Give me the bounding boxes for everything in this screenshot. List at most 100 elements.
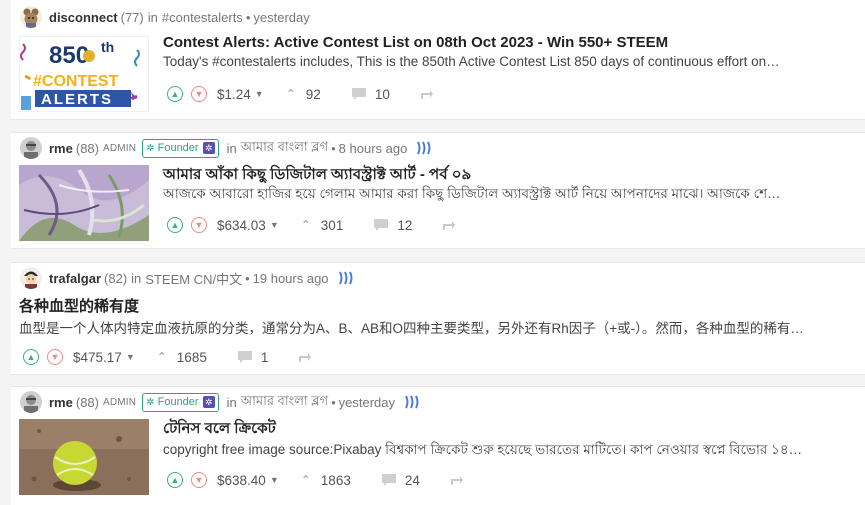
chevron-down-icon[interactable]: ▼: [255, 89, 264, 99]
post-card: disconnect (77) in #contestalerts • yest…: [11, 0, 865, 120]
role-label: ADMIN: [102, 396, 137, 408]
avatar[interactable]: [20, 6, 42, 28]
author-name[interactable]: trafalgar: [49, 271, 101, 286]
badge-label: Founder: [157, 142, 199, 154]
comment-icon[interactable]: [351, 87, 367, 101]
post-title[interactable]: 各种血型的稀有度: [19, 295, 139, 316]
post-header: disconnect (77) in #contestalerts • yest…: [20, 4, 310, 30]
gear-icon: ✲: [146, 142, 155, 154]
post-actions: ▲ ▼ $638.40 ▼ ⌃ 1863 24: [167, 469, 464, 491]
founder-badge: ✲ Founder ✲: [142, 138, 219, 158]
community-prefix: in: [147, 9, 158, 25]
author-reputation: (82): [104, 270, 128, 286]
thumb-alerts: ALERTS: [41, 91, 113, 108]
separator-dot: •: [331, 140, 336, 156]
post-card: trafalgar (82) in STEEM CN/中文 • 19 hours…: [11, 262, 865, 375]
comment-count[interactable]: 10: [375, 87, 390, 102]
separator-dot: •: [245, 9, 251, 25]
post-feed: disconnect (77) in #contestalerts • yest…: [0, 0, 865, 505]
comment-count[interactable]: 24: [405, 473, 420, 488]
caret-up-icon: ⌃: [300, 473, 311, 487]
downvote-button[interactable]: ▼: [191, 472, 207, 488]
author-reputation: (88): [75, 394, 99, 410]
post-actions: ▲ ▼ $634.03 ▼ ⌃ 301 12: [167, 214, 456, 236]
community-link[interactable]: আমার বাংলা ব্লগ: [241, 392, 328, 413]
post-header: trafalgar (82) in STEEM CN/中文 • 19 hours…: [20, 265, 353, 291]
community-prefix: in: [131, 270, 142, 286]
post-excerpt[interactable]: আজকে আবারো হাজির হয়ে গেলাম আমার করা কিছ…: [163, 183, 863, 206]
payout-amount[interactable]: $638.40: [217, 473, 266, 488]
chevron-down-icon[interactable]: ▼: [270, 220, 279, 230]
post-excerpt[interactable]: Today's #contestalerts includes, This is…: [163, 54, 853, 69]
chevron-down-icon[interactable]: ▼: [126, 352, 135, 362]
upvote-button[interactable]: ▲: [167, 217, 183, 233]
comment-icon[interactable]: [237, 350, 253, 364]
post-time[interactable]: 8 hours ago: [339, 141, 408, 156]
comment-count[interactable]: 1: [261, 350, 269, 365]
post-time[interactable]: yesterday: [339, 395, 395, 410]
community-link[interactable]: আমার বাংলা ব্লগ: [241, 138, 328, 159]
payout-amount[interactable]: $1.24: [217, 87, 251, 102]
downvote-button[interactable]: ▼: [47, 349, 63, 365]
reblog-icon[interactable]: [298, 351, 312, 363]
post-actions: ▲ ▼ $475.17 ▼ ⌃ 1685 1: [23, 346, 312, 368]
founder-badge: ✲ Founder ✲: [142, 392, 219, 412]
vote-count[interactable]: 301: [321, 218, 344, 233]
community-link[interactable]: #contestalerts: [162, 10, 243, 25]
post-excerpt[interactable]: 血型是一个人体内特定血液抗原的分类，通常分为A、B、AB和O四种主要类型，另外还…: [19, 317, 855, 337]
payout-amount[interactable]: $634.03: [217, 218, 266, 233]
vote-count[interactable]: 1863: [321, 473, 351, 488]
upvote-button[interactable]: ▲: [23, 349, 39, 365]
caret-up-icon: ⌃: [156, 350, 167, 364]
author-reputation: (77): [120, 9, 144, 25]
post-time[interactable]: yesterday: [253, 10, 309, 25]
avatar[interactable]: [20, 267, 42, 289]
reblog-icon[interactable]: [420, 88, 434, 100]
comment-count[interactable]: 12: [397, 218, 412, 233]
avatar[interactable]: [20, 137, 42, 159]
downvote-button[interactable]: ▼: [191, 217, 207, 233]
steem-logo-icon: [337, 271, 353, 285]
reblog-icon[interactable]: [450, 474, 464, 486]
post-title[interactable]: Contest Alerts: Active Contest List on 0…: [163, 34, 668, 51]
badge-emblem-icon: ✲: [202, 396, 215, 408]
badge-emblem-icon: ✲: [202, 142, 215, 154]
role-label: ADMIN: [102, 142, 137, 154]
post-card: rme (88) ADMIN ✲ Founder ✲ in আমার বাংলা ব…: [11, 386, 865, 505]
chevron-down-icon[interactable]: ▼: [270, 475, 279, 485]
caret-up-icon: ⌃: [300, 218, 311, 232]
author-reputation: (88): [75, 140, 99, 156]
vote-count[interactable]: 92: [306, 87, 321, 102]
avatar[interactable]: [20, 391, 42, 413]
post-thumbnail[interactable]: [19, 165, 149, 241]
steem-logo-icon: [403, 395, 419, 409]
community-link[interactable]: STEEM CN/中文: [145, 269, 242, 288]
reblog-icon[interactable]: [442, 219, 456, 231]
gear-icon: ✲: [146, 396, 155, 408]
post-excerpt[interactable]: copyright free image source:Pixabay বিশ্…: [163, 439, 863, 462]
post-thumbnail[interactable]: 850 th #CONTEST ALERTS: [19, 36, 149, 112]
separator-dot: •: [331, 394, 336, 410]
author-name[interactable]: rme: [49, 141, 73, 156]
post-header: rme (88) ADMIN ✲ Founder ✲ in আমার বাংলা ব…: [20, 135, 431, 161]
upvote-button[interactable]: ▲: [167, 472, 183, 488]
author-name[interactable]: rme: [49, 395, 73, 410]
separator-dot: •: [245, 270, 250, 286]
payout-amount[interactable]: $475.17: [73, 350, 122, 365]
comment-icon[interactable]: [373, 218, 389, 232]
vote-count[interactable]: 1685: [177, 350, 207, 365]
thumb-hashtag: #CONTEST: [33, 73, 119, 90]
post-time[interactable]: 19 hours ago: [253, 271, 329, 286]
upvote-button[interactable]: ▲: [167, 86, 183, 102]
author-name[interactable]: disconnect: [49, 10, 118, 25]
downvote-button[interactable]: ▼: [191, 86, 207, 102]
post-card: rme (88) ADMIN ✲ Founder ✲ in আমার বাংলা ব…: [11, 132, 865, 249]
comment-icon[interactable]: [381, 473, 397, 487]
post-actions: ▲ ▼ $1.24 ▼ ⌃ 92 10: [167, 83, 434, 105]
community-prefix: in: [226, 140, 237, 156]
badge-label: Founder: [157, 396, 199, 408]
steem-logo-icon: [415, 141, 431, 155]
post-header: rme (88) ADMIN ✲ Founder ✲ in আমার বাংলা ব…: [20, 389, 419, 415]
post-thumbnail[interactable]: [19, 419, 149, 495]
community-prefix: in: [226, 394, 237, 410]
